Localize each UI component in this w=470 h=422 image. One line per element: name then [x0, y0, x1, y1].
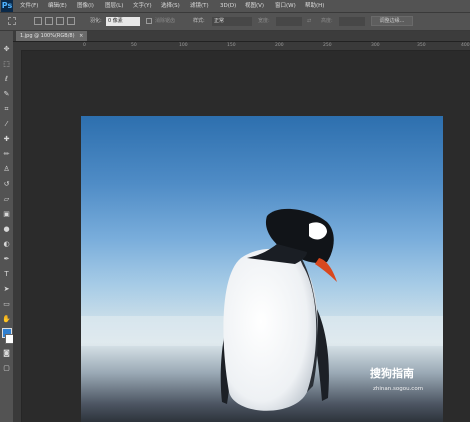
menu-window[interactable]: 窗口(W) [275, 0, 296, 12]
watermark: 搜狗指南 zhinan.sogou.com [370, 363, 470, 403]
intersect-selection-icon[interactable] [67, 17, 75, 25]
horizontal-ruler: 0 50 100 150 200 250 300 350 400 [13, 42, 470, 51]
subtract-selection-icon[interactable] [56, 17, 64, 25]
crop-tool-icon[interactable]: ⌗ [2, 105, 11, 114]
menu-help[interactable]: 帮助(H) [305, 0, 324, 12]
ruler-tick: 150 [227, 43, 236, 48]
tools-panel: ✥ ⬚ ℓ ✎ ⌗ ⁄ ✚ ✏ ♙ ↺ ▱ ▣ ● ◐ ✒ T ➤ ▭ ✋ ⚲ … [0, 31, 15, 422]
clone-stamp-tool-icon[interactable]: ♙ [2, 165, 11, 174]
menu-layer[interactable]: 图层(L) [105, 0, 123, 12]
refine-edge-button[interactable]: 调整边缘... [371, 16, 413, 26]
document-tab-bar: 1.jpg @ 100%(RGB/8) × [13, 31, 470, 42]
marquee-preset-icon[interactable] [8, 17, 16, 25]
vertical-ruler [13, 50, 22, 422]
width-label: 宽度: [258, 18, 270, 24]
menu-edit[interactable]: 编辑(E) [48, 0, 67, 12]
ruler-tick: 0 [83, 43, 86, 48]
menu-file[interactable]: 文件(F) [20, 0, 38, 12]
watermark-title: 搜狗指南 [370, 367, 414, 380]
eraser-tool-icon[interactable]: ▱ [2, 195, 11, 204]
height-input[interactable] [339, 17, 365, 26]
lasso-tool-icon[interactable]: ℓ [2, 75, 11, 84]
width-input[interactable] [276, 17, 302, 26]
height-label: 高度: [321, 18, 333, 24]
style-label: 样式: [193, 18, 205, 24]
menu-bar: Ps 文件(F) 编辑(E) 图像(I) 图层(L) 文字(Y) 选择(S) 滤… [0, 0, 470, 13]
dodge-tool-icon[interactable]: ◐ [2, 240, 11, 249]
quick-select-tool-icon[interactable]: ✎ [2, 90, 11, 99]
close-icon[interactable]: × [79, 33, 83, 39]
photoshop-logo: Ps [1, 0, 13, 12]
menu-view[interactable]: 视图(V) [245, 0, 264, 12]
healing-brush-tool-icon[interactable]: ✚ [2, 135, 11, 144]
document-tab-label: 1.jpg @ 100%(RGB/8) [20, 33, 75, 39]
path-select-tool-icon[interactable]: ➤ [2, 285, 11, 294]
gradient-tool-icon[interactable]: ▣ [2, 210, 11, 219]
document-tab[interactable]: 1.jpg @ 100%(RGB/8) × [16, 31, 88, 41]
style-select[interactable]: 正常 [212, 17, 252, 26]
feather-input[interactable]: 0 像素 [106, 17, 140, 26]
shape-tool-icon[interactable]: ▭ [2, 300, 11, 309]
add-selection-icon[interactable] [45, 17, 53, 25]
antialias-label: 消除锯齿 [155, 18, 176, 24]
eyedropper-tool-icon[interactable]: ⁄ [2, 120, 11, 129]
marquee-tool-icon[interactable]: ⬚ [2, 60, 11, 69]
brush-tool-icon[interactable]: ✏ [2, 150, 11, 159]
ruler-tick: 250 [323, 43, 332, 48]
new-selection-icon[interactable] [34, 17, 42, 25]
hand-tool-icon[interactable]: ✋ [2, 315, 11, 324]
ruler-tick: 50 [131, 43, 137, 48]
swap-icon[interactable]: ⇄ [307, 17, 311, 26]
antialias-checkbox[interactable] [146, 18, 152, 24]
options-bar: 羽化: 0 像素 消除锯齿 样式: 正常 宽度: ⇄ 高度: 调整边缘... [0, 13, 470, 31]
history-brush-tool-icon[interactable]: ↺ [2, 180, 11, 189]
ruler-tick: 200 [275, 43, 284, 48]
ruler-tick: 100 [179, 43, 188, 48]
menu-type[interactable]: 文字(Y) [133, 0, 152, 12]
pen-tool-icon[interactable]: ✒ [2, 255, 11, 264]
move-tool-icon[interactable]: ✥ [2, 45, 11, 54]
menu-select[interactable]: 选择(S) [161, 0, 180, 12]
screen-mode-icon[interactable]: ▢ [2, 364, 11, 373]
quick-mask-icon[interactable]: ◙ [2, 349, 11, 358]
ruler-tick: 350 [417, 43, 426, 48]
feather-label: 羽化: [90, 18, 102, 24]
watermark-url: zhinan.sogou.com [373, 386, 424, 392]
menu-3d[interactable]: 3D(D) [220, 0, 236, 12]
type-tool-icon[interactable]: T [2, 270, 11, 279]
menu-image[interactable]: 图像(I) [77, 0, 94, 12]
ruler-tick: 300 [371, 43, 380, 48]
ruler-tick: 400 [461, 43, 470, 48]
menu-filter[interactable]: 滤镜(T) [190, 0, 209, 12]
blur-tool-icon[interactable]: ● [2, 225, 11, 234]
